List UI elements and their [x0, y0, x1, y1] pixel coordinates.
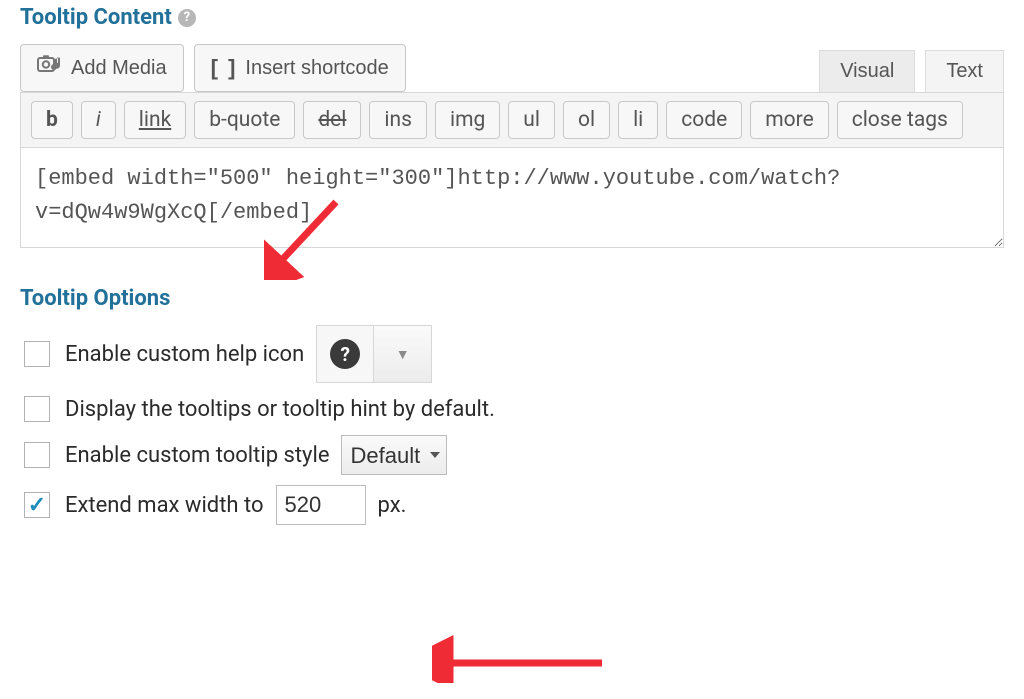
qt-bquote-button[interactable]: b-quote	[194, 101, 295, 139]
quicktags-toolbar: b i link b-quote del ins img ul ol li co…	[20, 92, 1004, 148]
qt-ul-button[interactable]: ul	[508, 101, 555, 139]
help-icon-preview: ?	[316, 325, 374, 383]
help-circle-icon[interactable]: ?	[178, 9, 196, 27]
qt-code-button[interactable]: code	[666, 101, 742, 139]
display-default-checkbox[interactable]	[24, 396, 50, 422]
insert-shortcode-label: Insert shortcode	[245, 57, 388, 80]
add-media-button[interactable]: Add Media	[20, 44, 184, 92]
tab-text[interactable]: Text	[925, 50, 1004, 92]
editor-topbar: Add Media [ ] Insert shortcode Visual Te…	[20, 44, 1004, 92]
extend-width-label-right: px.	[378, 493, 407, 518]
insert-shortcode-button[interactable]: [ ] Insert shortcode	[194, 44, 406, 92]
heading-content-text: Tooltip Content	[20, 5, 172, 30]
heading-options-text: Tooltip Options	[20, 286, 170, 311]
brackets-icon: [ ]	[211, 55, 238, 81]
enable-style-label: Enable custom tooltip style	[65, 443, 329, 468]
section-heading-options: Tooltip Options	[20, 286, 1004, 311]
arrow-annotation-bottom	[432, 633, 612, 683]
question-circle-icon: ?	[330, 339, 360, 369]
qt-link-button[interactable]: link	[124, 101, 186, 139]
qt-italic-button[interactable]: i	[81, 101, 116, 139]
extend-width-input[interactable]	[276, 485, 366, 525]
extend-width-label-left: Extend max width to	[65, 493, 264, 518]
enable-icon-checkbox[interactable]	[24, 341, 50, 367]
qt-img-button[interactable]: img	[435, 101, 500, 139]
tab-visual[interactable]: Visual	[819, 50, 915, 92]
qt-ins-button[interactable]: ins	[369, 101, 427, 139]
enable-style-checkbox[interactable]	[24, 442, 50, 468]
qt-more-button[interactable]: more	[750, 101, 828, 139]
qt-closetags-button[interactable]: close tags	[837, 101, 963, 139]
camera-music-icon	[37, 54, 63, 82]
add-media-label: Add Media	[71, 57, 167, 80]
help-icon-dropdown[interactable]: ▼	[374, 325, 432, 383]
extend-width-checkbox[interactable]	[24, 492, 50, 518]
qt-ol-button[interactable]: ol	[563, 101, 610, 139]
enable-icon-label: Enable custom help icon	[65, 342, 304, 367]
qt-del-button[interactable]: del	[303, 101, 361, 139]
qt-bold-button[interactable]: b	[31, 101, 73, 139]
qt-li-button[interactable]: li	[618, 101, 658, 139]
display-default-label: Display the tooltips or tooltip hint by …	[65, 397, 495, 422]
style-select[interactable]: Default	[341, 435, 447, 475]
content-textarea[interactable]: [embed width="500" height="300"]http://w…	[20, 148, 1004, 248]
section-heading-content: Tooltip Content ?	[20, 5, 1004, 30]
